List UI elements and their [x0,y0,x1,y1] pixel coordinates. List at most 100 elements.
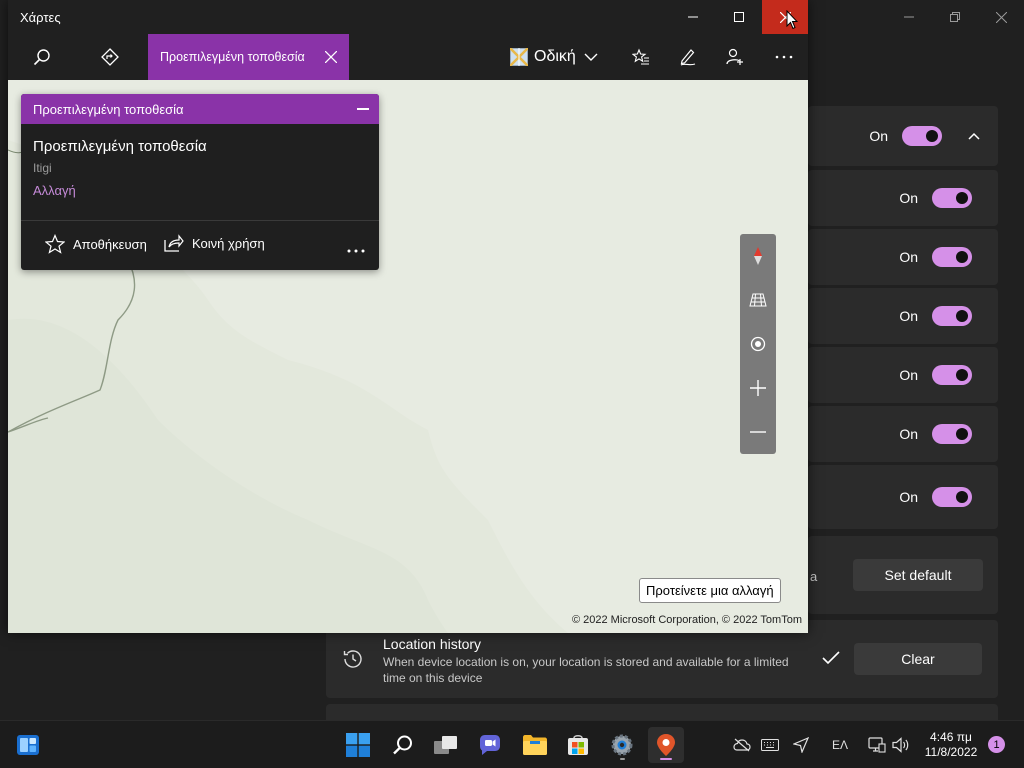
close-icon [995,11,1007,23]
task-view-icon [434,736,457,754]
clock[interactable]: 4:46 πμ 11/8/2022 [922,730,980,760]
tilt-grid-icon [749,293,767,307]
location-arrow-icon [793,737,809,753]
teams-chat-button[interactable] [472,727,508,763]
toggle-state-label: On [899,249,918,265]
start-button[interactable] [340,727,376,763]
search-button[interactable] [19,34,65,80]
notification-badge[interactable]: 1 [988,736,1005,753]
app-location-toggle[interactable] [932,247,972,267]
share-button[interactable]: Κοινή χρήση [164,234,265,252]
directions-icon [101,48,119,66]
chevron-up-icon[interactable] [968,132,980,140]
tab-default-location[interactable]: Προεπιλεγμένη τοποθεσία [148,34,349,80]
zoom-out-button[interactable] [740,410,776,454]
settings-restore-button[interactable] [940,6,970,28]
default-location-text: a [810,569,818,584]
more-icon [347,249,365,253]
language-indicator[interactable]: ΕΛ [826,733,854,757]
road-map-icon [510,48,528,66]
directions-button[interactable] [87,34,133,80]
tilt-button[interactable] [740,278,776,322]
maps-pin-icon [657,734,675,756]
change-location-link[interactable]: Αλλαγή [33,183,76,198]
maps-titlebar[interactable]: Χάρτες [8,0,808,34]
toggle-state-label: On [899,489,918,505]
cloud-offline-icon [733,738,751,752]
toggle-state-label: On [899,190,918,206]
close-button[interactable] [762,0,808,34]
map-style-label: Οδική [534,48,576,65]
clear-history-button[interactable]: Clear [854,643,982,675]
taskbar-search-button[interactable] [385,727,421,763]
maximize-button[interactable] [716,0,762,34]
zoom-in-button[interactable] [740,366,776,410]
save-label: Αποθήκευση [73,236,147,252]
location-tray-button[interactable] [789,733,813,757]
info-card-header[interactable]: Προεπιλεγμένη τοποθεσία [21,94,379,124]
app-location-toggle[interactable] [932,487,972,507]
close-icon[interactable] [325,51,337,63]
map-controls [740,234,776,454]
minimize-button[interactable] [670,0,716,34]
restore-icon [950,12,960,22]
minimize-icon [904,16,914,18]
ink-button[interactable] [665,34,711,80]
minimize-icon [688,16,698,18]
touch-keyboard-button[interactable] [758,733,782,757]
favorites-icon [632,48,649,65]
taskbar: ΕΛ 4:46 πμ 11/8/2022 1 [0,720,1024,768]
divider [21,220,379,221]
collapse-icon[interactable] [357,108,369,110]
network-tray-button[interactable] [866,733,888,757]
location-services-toggle[interactable] [902,126,942,146]
share-icon [164,234,184,252]
app-permission-card: On [808,406,998,462]
more-button[interactable] [761,34,807,80]
app-location-toggle[interactable] [932,188,972,208]
search-icon [33,49,50,66]
settings-close-button[interactable] [986,6,1016,28]
info-card-header-title: Προεπιλεγμένη τοποθεσία [33,101,184,117]
copyright-text: © 2022 Microsoft Corporation, © 2022 Tom… [571,614,802,626]
app-location-toggle[interactable] [932,365,972,385]
save-button[interactable]: Αποθήκευση [45,234,147,254]
task-view-button[interactable] [428,727,464,763]
app-permission-card: On [808,465,998,529]
widgets-button[interactable] [10,727,46,763]
file-explorer-button[interactable] [517,727,553,763]
settings-minimize-button[interactable] [894,6,924,28]
my-location-button[interactable] [740,322,776,366]
search-icon [393,735,412,755]
account-button[interactable] [712,34,758,80]
plus-icon [750,380,766,396]
keyboard-icon [761,739,779,751]
compass-button[interactable] [740,234,776,278]
clock-date: 11/8/2022 [924,745,978,759]
suggest-change-button[interactable]: Προτείνετε μια αλλαγή [639,578,781,603]
star-icon [45,234,65,254]
chat-icon [480,735,500,755]
history-icon [343,650,362,668]
app-location-toggle[interactable] [932,306,972,326]
location-history-title: Location history [383,636,482,652]
speaker-icon [892,737,909,753]
app-permission-card: On [808,347,998,403]
tab-label: Προεπιλεγμένη τοποθεσία [160,50,305,64]
map-style-dropdown[interactable]: Οδική [510,42,598,72]
minus-icon [750,431,766,433]
microsoft-store-button[interactable] [560,727,596,763]
location-info-card: Προεπιλεγμένη τοποθεσία Προεπιλεγμένη το… [21,94,379,270]
app-location-toggle[interactable] [932,424,972,444]
location-services-card: On [808,106,998,166]
set-default-button[interactable]: Set default [853,559,983,591]
favorites-button[interactable] [618,34,664,80]
toggle-state-label: On [899,308,918,324]
maps-app-button[interactable] [648,727,684,763]
location-target-icon [750,336,766,352]
volume-tray-button[interactable] [890,733,912,757]
settings-app-button[interactable] [604,727,640,763]
onedrive-tray-button[interactable] [730,733,754,757]
compass-icon [754,247,762,265]
more-options-button[interactable] [347,238,365,257]
